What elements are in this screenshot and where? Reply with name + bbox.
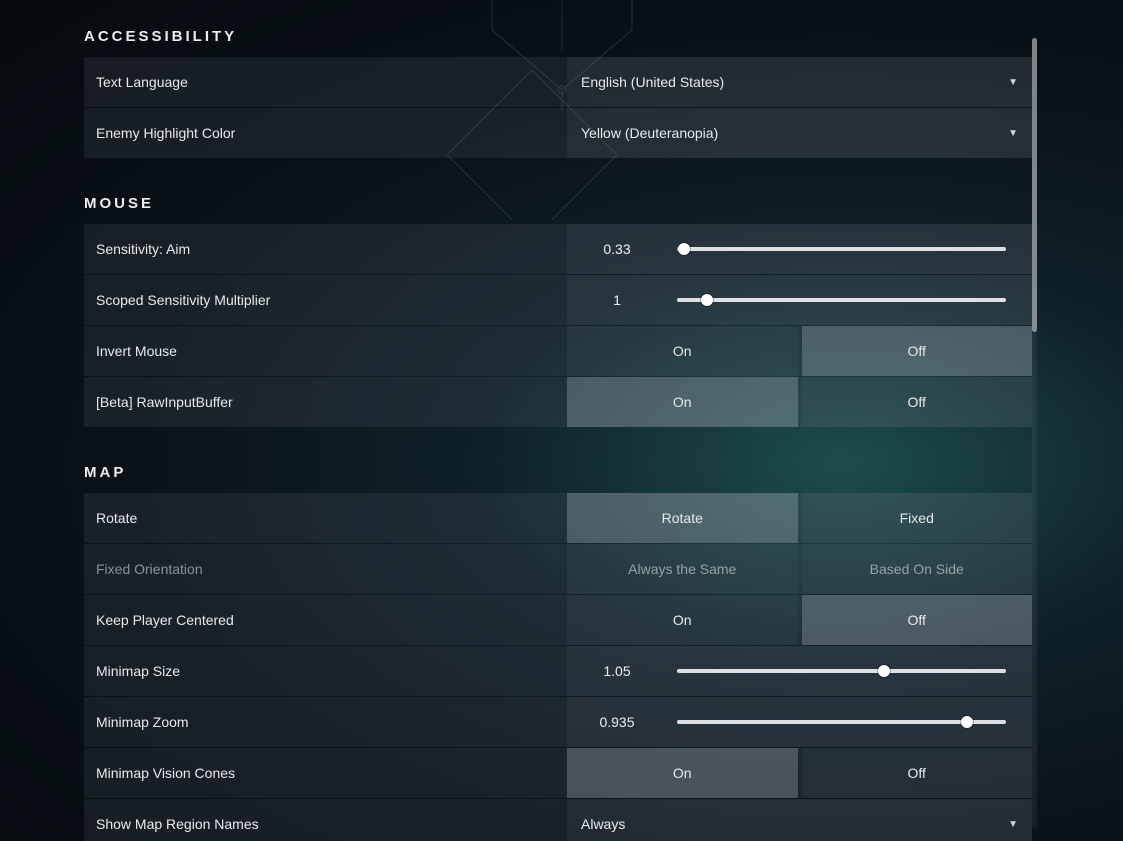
- dropdown-enemy-highlight[interactable]: Yellow (Deuteranopia) ▼: [567, 108, 1032, 158]
- slider-track[interactable]: [677, 720, 1006, 724]
- label-enemy-highlight: Enemy Highlight Color: [84, 108, 567, 158]
- label-region-names: Show Map Region Names: [84, 799, 567, 841]
- section-header-accessibility: ACCESSIBILITY: [84, 28, 1032, 45]
- toggle-invert-off[interactable]: Off: [802, 326, 1033, 376]
- toggle-orient-same: Always the Same: [567, 544, 798, 594]
- toggle-rotate-fixed[interactable]: Fixed: [802, 493, 1033, 543]
- section-header-mouse: MOUSE: [84, 195, 1032, 212]
- toggle-centered-off[interactable]: Off: [802, 595, 1033, 645]
- row-scoped-multiplier: Scoped Sensitivity Multiplier 1: [84, 275, 1032, 325]
- row-rotate: Rotate Rotate Fixed: [84, 493, 1032, 543]
- slider-track[interactable]: [677, 669, 1006, 673]
- row-keep-centered: Keep Player Centered On Off: [84, 595, 1032, 645]
- toggle-rotate-rotate[interactable]: Rotate: [567, 493, 798, 543]
- slider-scoped-multiplier[interactable]: 1: [567, 275, 1032, 325]
- slider-value[interactable]: 1.05: [567, 663, 667, 679]
- slider-minimap-size[interactable]: 1.05: [567, 646, 1032, 696]
- row-minimap-zoom: Minimap Zoom 0.935: [84, 697, 1032, 747]
- label-raw-input: [Beta] RawInputBuffer: [84, 377, 567, 427]
- row-region-names: Show Map Region Names Always ▼: [84, 799, 1032, 841]
- settings-panel: ACCESSIBILITY Text Language English (Uni…: [84, 28, 1032, 841]
- row-fixed-orientation: Fixed Orientation Always the Same Based …: [84, 544, 1032, 594]
- label-minimap-zoom: Minimap Zoom: [84, 697, 567, 747]
- slider-value[interactable]: 0.33: [567, 241, 667, 257]
- toggle-orient-side: Based On Side: [802, 544, 1033, 594]
- slider-thumb[interactable]: [678, 243, 690, 255]
- section-header-map: MAP: [84, 464, 1032, 481]
- toggle-cones-on[interactable]: On: [567, 748, 798, 798]
- row-raw-input: [Beta] RawInputBuffer On Off: [84, 377, 1032, 427]
- row-enemy-highlight: Enemy Highlight Color Yellow (Deuteranop…: [84, 108, 1032, 158]
- row-text-language: Text Language English (United States) ▼: [84, 57, 1032, 107]
- chevron-down-icon: ▼: [1008, 819, 1018, 830]
- label-text-language: Text Language: [84, 57, 567, 107]
- toggle-centered-on[interactable]: On: [567, 595, 798, 645]
- toggle-invert-on[interactable]: On: [567, 326, 798, 376]
- label-sensitivity-aim: Sensitivity: Aim: [84, 224, 567, 274]
- label-keep-centered: Keep Player Centered: [84, 595, 567, 645]
- chevron-down-icon: ▼: [1008, 77, 1018, 88]
- slider-track[interactable]: [677, 247, 1006, 251]
- label-minimap-size: Minimap Size: [84, 646, 567, 696]
- row-minimap-size: Minimap Size 1.05: [84, 646, 1032, 696]
- slider-thumb[interactable]: [701, 294, 713, 306]
- slider-value[interactable]: 1: [567, 292, 667, 308]
- label-invert-mouse: Invert Mouse: [84, 326, 567, 376]
- toggle-raw-on[interactable]: On: [567, 377, 798, 427]
- dropdown-value: Yellow (Deuteranopia): [581, 125, 718, 141]
- chevron-down-icon: ▼: [1008, 128, 1018, 139]
- slider-minimap-zoom[interactable]: 0.935: [567, 697, 1032, 747]
- dropdown-text-language[interactable]: English (United States) ▼: [567, 57, 1032, 107]
- toggle-raw-off[interactable]: Off: [802, 377, 1033, 427]
- label-scoped-multiplier: Scoped Sensitivity Multiplier: [84, 275, 567, 325]
- label-vision-cones: Minimap Vision Cones: [84, 748, 567, 798]
- scrollbar[interactable]: [1032, 38, 1037, 828]
- dropdown-region-names[interactable]: Always ▼: [567, 799, 1032, 841]
- label-rotate: Rotate: [84, 493, 567, 543]
- label-fixed-orientation: Fixed Orientation: [84, 544, 567, 594]
- dropdown-value: English (United States): [581, 74, 724, 90]
- toggle-cones-off[interactable]: Off: [802, 748, 1033, 798]
- slider-thumb[interactable]: [878, 665, 890, 677]
- slider-thumb[interactable]: [961, 716, 973, 728]
- slider-sensitivity-aim[interactable]: 0.33: [567, 224, 1032, 274]
- row-invert-mouse: Invert Mouse On Off: [84, 326, 1032, 376]
- row-vision-cones: Minimap Vision Cones On Off: [84, 748, 1032, 798]
- slider-value[interactable]: 0.935: [567, 714, 667, 730]
- slider-track[interactable]: [677, 298, 1006, 302]
- scrollbar-thumb[interactable]: [1032, 38, 1037, 332]
- row-sensitivity-aim: Sensitivity: Aim 0.33: [84, 224, 1032, 274]
- dropdown-value: Always: [581, 816, 625, 832]
